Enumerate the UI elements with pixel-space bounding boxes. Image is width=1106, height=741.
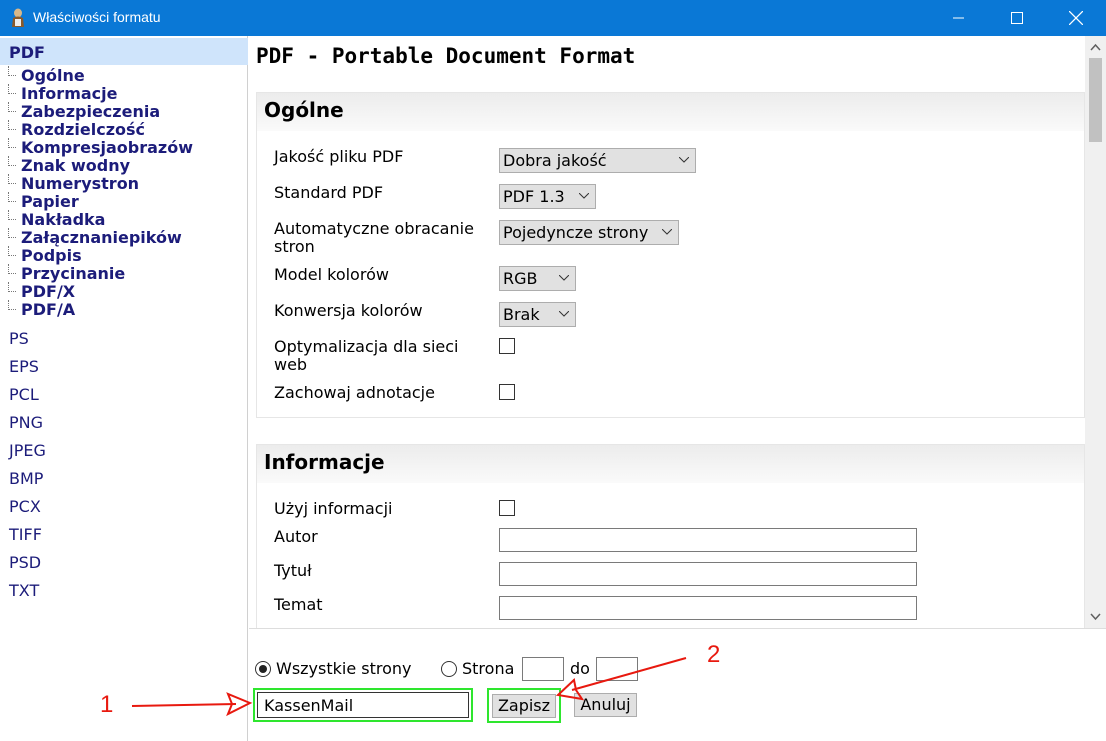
annotation-arrows xyxy=(131,657,687,717)
arrow-2-line xyxy=(571,657,687,691)
arrow-1-line xyxy=(131,703,237,707)
arrow-1-head xyxy=(226,692,253,717)
annotation-marker-1: 1 xyxy=(100,691,114,718)
annotation-marker-2: 2 xyxy=(707,641,721,668)
arrow-2-head xyxy=(555,678,585,701)
